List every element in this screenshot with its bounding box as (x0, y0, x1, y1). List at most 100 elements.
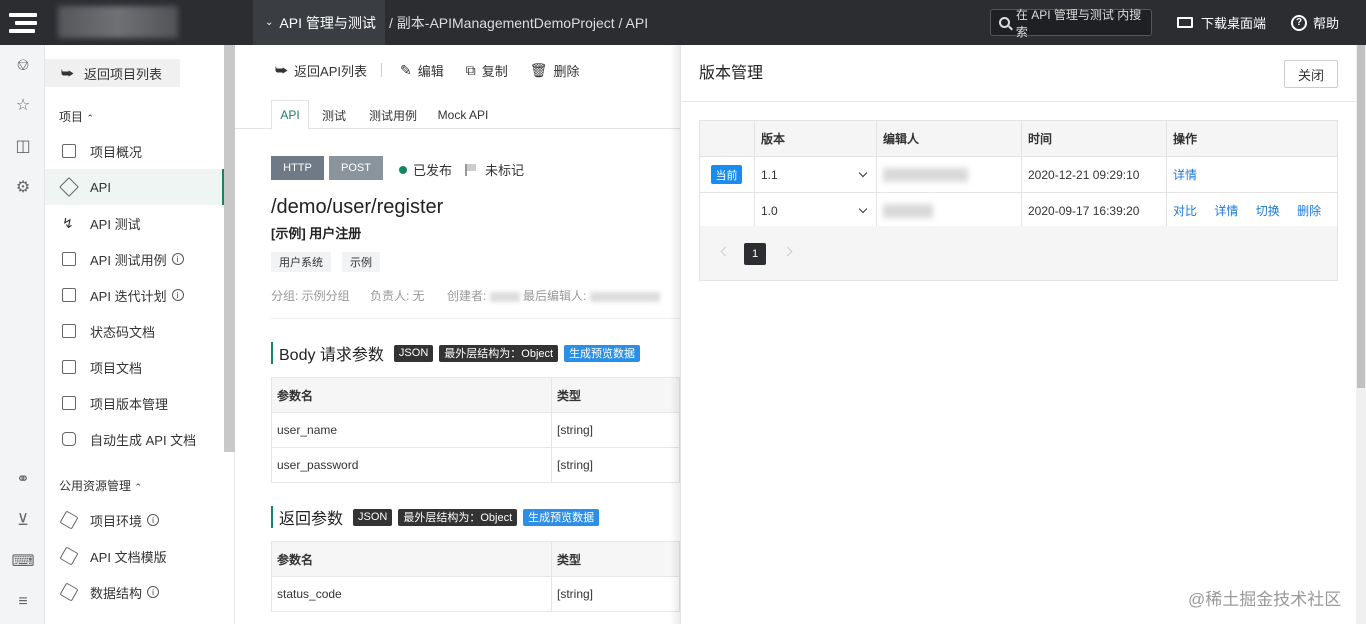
table-row: user_name [string] (271, 412, 680, 448)
cube-icon (59, 546, 79, 566)
sidebar-item-api-test-cases[interactable]: API 测试用例 i (45, 241, 224, 277)
blurred-name (489, 291, 520, 302)
headset-icon[interactable]: ⚭ (14, 470, 32, 488)
info-icon[interactable]: i (147, 586, 160, 598)
json-chip: JSON (353, 508, 393, 526)
toolbar-label: 删除 (553, 63, 580, 79)
document-icon (62, 324, 76, 338)
global-search-input[interactable]: 在 API 管理与测试 内搜索 (990, 8, 1152, 39)
bell-icon[interactable]: ⎊ (14, 57, 32, 75)
mark-status[interactable]: 未标记 (465, 160, 524, 179)
editor-cell (876, 192, 1022, 229)
sidebar-item-iteration-plan[interactable]: API 迭代计划 i (45, 277, 224, 313)
delete-link[interactable]: 删除 (1297, 204, 1321, 218)
tab-mock-api[interactable]: Mock API (435, 100, 491, 130)
tab-test-cases[interactable]: 测试用例 (363, 100, 423, 130)
api-tag[interactable]: 用户系统 (271, 252, 331, 272)
keyboard-icon[interactable]: ⌨ (11, 552, 34, 570)
copy-icon: ⧉ (465, 61, 476, 78)
module-switcher[interactable]: ⌄ API 管理与测试 (253, 0, 385, 45)
sidebar-item-auto-docs[interactable]: 自动生成 API 文档 (45, 421, 224, 457)
toolbar-label: 返回API列表 (294, 63, 367, 79)
bookmark-icon[interactable]: ◫ (14, 137, 32, 155)
version-value: 1.0 (761, 203, 778, 218)
sidebar-item-label: API 迭代计划 (90, 288, 167, 304)
pagination (699, 226, 1338, 281)
sidebar-item-api-test[interactable]: ↯ API 测试 (45, 205, 224, 241)
help-button[interactable]: ? 帮助 (1291, 0, 1339, 45)
edit-button[interactable]: ✎ 编辑 (400, 61, 444, 80)
protocol-badge: HTTP (271, 156, 324, 180)
meta-creator-label: 创建者: (447, 289, 487, 303)
info-icon[interactable]: i (147, 514, 160, 526)
time-cell: 2020-09-17 16:39:20 (1021, 192, 1167, 229)
download-desktop-button[interactable]: 下载桌面端 (1177, 0, 1266, 45)
checklist-icon (62, 252, 76, 266)
gear-icon[interactable]: ⚙ (14, 178, 32, 196)
publish-status[interactable]: 已发布 (399, 160, 452, 179)
search-icon (999, 17, 1010, 28)
toolbar-divider (381, 63, 382, 77)
calendar-icon (62, 288, 76, 302)
detail-link[interactable]: 详情 (1173, 168, 1197, 182)
copy-button[interactable]: ⧉ 复制 (466, 61, 508, 80)
module-title: API 管理与测试 (279, 14, 376, 31)
tab-api[interactable]: API (271, 100, 309, 130)
info-icon[interactable]: i (171, 253, 184, 265)
struct-chip: 最外层结构为：Object (398, 508, 518, 526)
status-dot-icon (399, 165, 407, 174)
sidebar-item-label: API 文档模版 (90, 549, 167, 565)
sidebar-section-public-resources[interactable]: 公用资源管理 ⌃ (59, 477, 142, 494)
chevron-down-icon (858, 204, 868, 213)
pencil-icon: ✎ (400, 61, 412, 78)
close-panel-button[interactable]: 关闭 (1284, 60, 1338, 88)
sidebar-item-label: 项目概况 (90, 144, 143, 160)
compare-link[interactable]: 对比 (1173, 204, 1197, 218)
back-arrow-icon: ⮩ (61, 64, 75, 81)
tab-test[interactable]: 测试 (317, 100, 351, 130)
breadcrumb[interactable]: / 副本-APIManagementDemoProject / API (389, 0, 648, 45)
chevron-up-icon: ⌃ (86, 113, 94, 123)
sidebar-item-project-docs[interactable]: 项目文档 (45, 349, 224, 385)
table-header-row: 参数名 类型 (271, 377, 680, 413)
divider (271, 318, 680, 319)
info-icon[interactable]: i (171, 289, 184, 301)
sidebar-item-doc-templates[interactable]: API 文档模版 (45, 538, 224, 574)
current-page-button[interactable]: 1 (744, 243, 766, 265)
sidebar-scrollbar[interactable] (224, 45, 235, 452)
back-label: 返回项目列表 (84, 66, 163, 82)
meta-editor: 最后编辑人: (523, 287, 660, 304)
switch-link[interactable]: 切换 (1256, 204, 1280, 218)
sidebar-item-environments[interactable]: 项目环境 i (45, 502, 224, 538)
back-to-api-list-button[interactable]: ⮩ 返回API列表 (275, 61, 367, 80)
inbox-icon[interactable]: ⊻ (14, 511, 32, 529)
back-to-projects-button[interactable]: ⮩ 返回项目列表 (45, 59, 180, 87)
document-icon (62, 360, 76, 374)
api-tag[interactable]: 示例 (342, 252, 380, 272)
sidebar-item-label: 状态码文档 (90, 324, 156, 340)
version-select[interactable]: 1.0 (754, 192, 877, 229)
sidebar-item-api[interactable]: API (45, 169, 224, 205)
delete-button[interactable]: 🗑 删除 (530, 61, 580, 80)
editor-cell (876, 156, 1022, 193)
table-row: 1.0 2020-09-17 16:39:20 对比 详情 切换 删除 (699, 192, 1338, 229)
menu-icon[interactable]: ≡ (14, 593, 32, 611)
versions-icon (62, 396, 76, 410)
sidebar-item-status-codes[interactable]: 状态码文档 (45, 313, 224, 349)
section-title: 返回参数 (279, 511, 344, 528)
sidebar-item-data-structures[interactable]: 数据结构 i (45, 574, 224, 610)
sidebar-item-overview[interactable]: 项目概况 (45, 133, 224, 169)
api-path: /demo/user/register (271, 196, 444, 218)
generate-preview-button[interactable]: 生成预览数据 (523, 508, 600, 526)
version-value: 1.1 (761, 167, 778, 182)
section-title: Body 请求参数 (279, 347, 384, 364)
version-select[interactable]: 1.1 (754, 156, 877, 193)
col-name-header: 参数名 (271, 541, 552, 577)
generate-preview-button[interactable]: 生成预览数据 (564, 344, 641, 362)
sidebar-section-project[interactable]: 项目 ⌃ (59, 108, 94, 125)
page-scrollbar-thumb[interactable] (1357, 45, 1365, 388)
star-icon[interactable]: ☆ (14, 96, 32, 114)
sidebar-item-version-management[interactable]: 项目版本管理 (45, 385, 224, 421)
app-logo-icon[interactable] (0, 0, 45, 45)
detail-link[interactable]: 详情 (1214, 204, 1238, 218)
